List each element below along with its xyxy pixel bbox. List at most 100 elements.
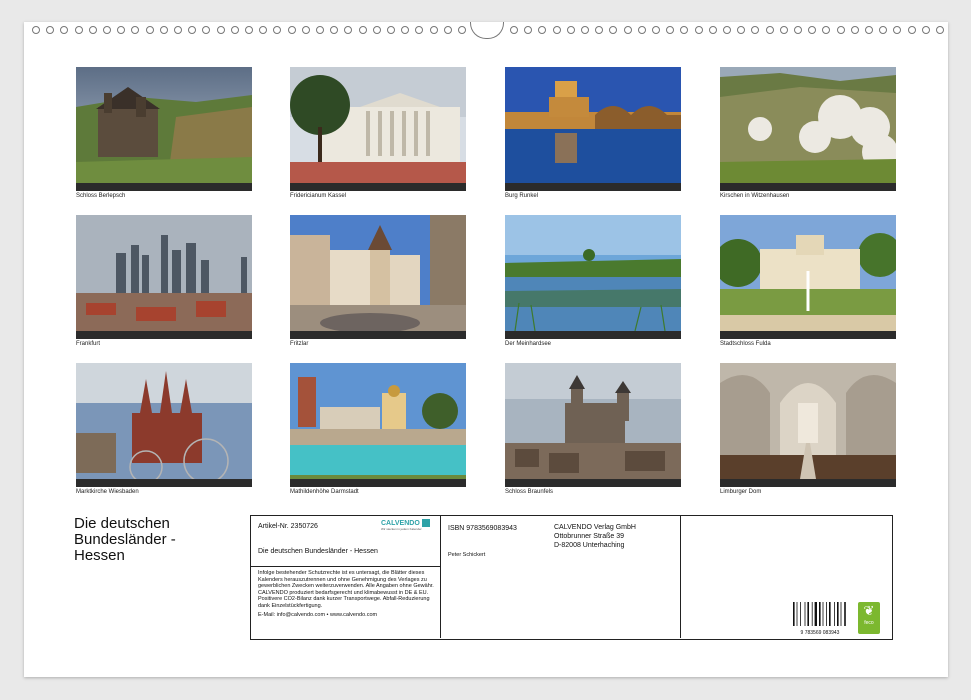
binding-hole [879, 26, 888, 34]
caption-photo-6: Fritzlar [290, 341, 309, 347]
binding-hole [344, 26, 353, 34]
binding-hole [510, 26, 518, 34]
photo-burg-runkel [505, 67, 681, 191]
binding-hole [765, 26, 774, 34]
binding-hole [174, 26, 182, 34]
binding-hole [88, 26, 97, 34]
binding-hole [46, 26, 55, 34]
binding-hole [259, 26, 268, 34]
photo-kirschen-witzenhausen [720, 67, 896, 191]
barcode-bar [840, 602, 842, 626]
isbn: ISBN 9783569083943 [448, 525, 517, 532]
binding-hole [415, 26, 424, 34]
barcode-bar [793, 602, 795, 626]
binding-hole [245, 26, 253, 34]
photo-fritzlar [290, 215, 466, 339]
binding-hole [907, 26, 916, 34]
barcode: 9 783569 083943 [791, 602, 849, 636]
barcode-bars [793, 602, 846, 626]
binding-hole [751, 26, 760, 34]
publisher-city: D-82008 Unterhaching [554, 542, 625, 549]
binding-hole [652, 26, 660, 34]
binding-hole [401, 26, 410, 34]
binding-hole [60, 26, 69, 34]
barcode-bar [800, 602, 801, 626]
binding-hole [538, 26, 547, 34]
caption-photo-9: Marktkirche Wiesbaden [76, 489, 139, 495]
binding-hole [159, 26, 168, 34]
caption-photo-4: Kirschen in Witzenhausen [720, 193, 790, 199]
leaf-icon: ❦ [863, 603, 875, 618]
calvendo-logo: CALVENDO Wir stecken in jedem Kalender [381, 519, 433, 531]
binding-hole [708, 26, 717, 34]
title-line-2: Bundesländer - [74, 531, 176, 548]
photo-meinhardsee [505, 215, 681, 339]
binding-hole [581, 26, 589, 34]
photo-frankfurt [76, 215, 252, 339]
barcode-bar [796, 602, 798, 626]
calendar-title: Die deutschen Bundesländer - Hessen [74, 516, 244, 564]
binding-hole [893, 26, 902, 34]
binding-hole [372, 26, 381, 34]
barcode-bar [826, 602, 827, 626]
binding-hole [117, 26, 126, 34]
binding-hole [330, 26, 339, 34]
caption-photo-2: Fridericianum Kassel [290, 193, 347, 199]
binding-hole [566, 26, 575, 34]
binding-hole [779, 26, 788, 34]
binding-hole [921, 26, 930, 34]
calvendo-tagline: Wir stecken in jedem Kalender [381, 527, 422, 531]
barcode-bar [811, 602, 813, 626]
photo-fridericianum [290, 67, 466, 191]
article-number: Artikel-Nr. 2350726 [258, 523, 318, 530]
barcode-bar [819, 602, 821, 626]
barcode-bar [804, 602, 806, 626]
barcode-bar [807, 602, 809, 626]
binding-hole [595, 26, 604, 34]
binding-hole [273, 26, 282, 34]
binding-hole [723, 26, 731, 34]
title-line-3: Hessen [74, 547, 125, 564]
binding-hole [609, 26, 618, 34]
binding-hole [552, 26, 561, 34]
binding-hole [230, 26, 239, 34]
binding-hole [524, 26, 533, 34]
barcode-bar [814, 602, 817, 626]
calvendo-logo-text: CALVENDO [381, 519, 420, 527]
eco-badge: ❦ feco [858, 602, 880, 634]
contact-email: E-Mail: info@calvendo.com • www.calvendo… [258, 612, 378, 618]
binding-hole [202, 26, 211, 34]
binding-hole [429, 26, 438, 34]
photo-marktkirche-wiesbaden [76, 363, 252, 487]
barcode-bar [829, 602, 831, 626]
caption-photo-8: Stadtschloss Fulda [720, 341, 771, 347]
photo-limburger-dom [720, 363, 896, 487]
caption-photo-5: Frankfurt [76, 341, 101, 347]
binding-hole [822, 26, 831, 34]
barcode-bar [837, 602, 839, 626]
binding-hole [301, 26, 310, 34]
caption-photo-7: Der Meinhardsee [505, 341, 552, 347]
imprint-box: Artikel-Nr. 2350726 CALVENDO Wir stecken… [250, 515, 893, 640]
publisher-address: CALVENDO Verlag GmbH Ottobrunner Straße … [554, 523, 636, 550]
binding-hole [74, 26, 83, 34]
binding-hole [316, 26, 324, 34]
author: Peter Schickert [448, 552, 486, 558]
binding-hole [637, 26, 646, 34]
binding-hole [103, 26, 111, 34]
barcode-number: 9 783569 083943 [800, 630, 840, 636]
binding-hole [850, 26, 859, 34]
eco-label: feco [864, 620, 874, 626]
title-line-1: Die deutschen [74, 515, 170, 532]
binding-hole [836, 26, 845, 34]
binding-hole [131, 26, 140, 34]
binding-hole [680, 26, 689, 34]
binding-hole [808, 26, 817, 34]
publisher-name: CALVENDO Verlag GmbH [554, 524, 636, 531]
binding-hole [216, 26, 225, 34]
barcode-bar [834, 602, 835, 626]
binding-hole [623, 26, 632, 34]
binding-hole [694, 26, 703, 34]
binding-hole [145, 26, 154, 34]
caption-photo-3: Burg Runkel [505, 193, 539, 199]
